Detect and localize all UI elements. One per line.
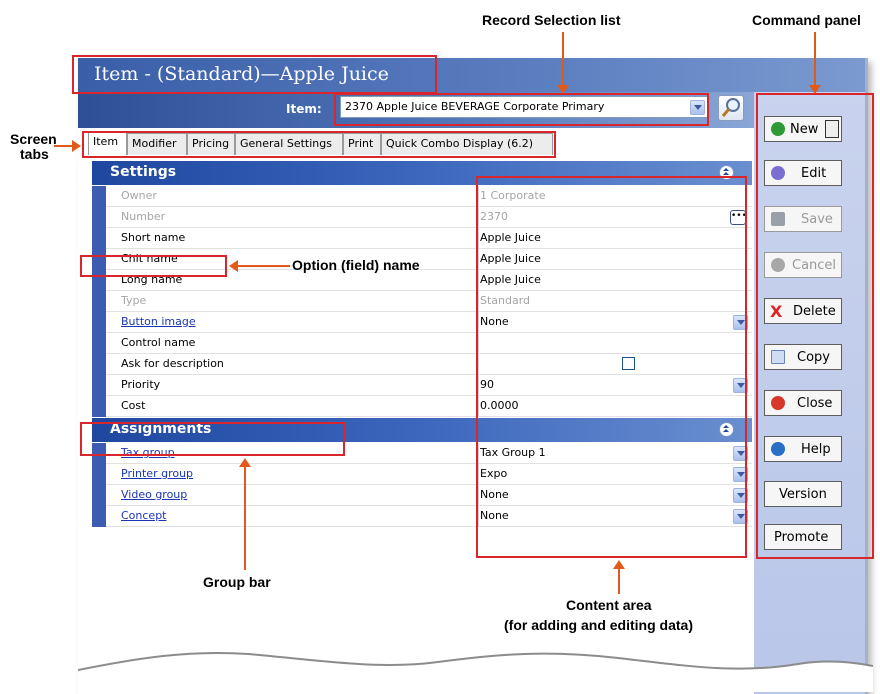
callout-command-panel: Command panel (752, 12, 861, 28)
arrowhead (72, 140, 81, 152)
torn-edge (78, 651, 873, 692)
group-bar-highlight (80, 422, 345, 456)
callout-content-area-2: (for adding and editing data) (504, 617, 693, 633)
callout-screen-tabs-1: Screen (10, 131, 57, 147)
callout-option-field-name: Option (field) name (292, 257, 420, 273)
callout-screen-tabs-2: tabs (20, 146, 49, 162)
field-label: Type (121, 294, 147, 307)
concept-link[interactable]: Concept (121, 509, 167, 522)
field-label: Short name (121, 231, 186, 244)
command-panel-highlight (756, 93, 874, 559)
arrowhead (557, 85, 569, 94)
arrow-option-name (238, 265, 290, 267)
arrow-group-bar (244, 466, 246, 570)
button-image-link[interactable]: Button image (121, 315, 196, 328)
arrow-command-panel (814, 32, 816, 87)
magnifier-icon (721, 98, 740, 117)
arrow-content-area (618, 568, 620, 594)
group-label: Settings (110, 164, 177, 180)
field-label: Owner (121, 189, 157, 202)
arrow-screen-tabs (54, 145, 74, 147)
option-name-highlight (80, 255, 227, 277)
field-label: Cost (121, 399, 146, 412)
screen-tabs-highlight (82, 131, 556, 158)
arrow-record-selection (562, 32, 564, 87)
video-group-link[interactable]: Video group (121, 488, 187, 501)
window-title-highlight (72, 55, 437, 94)
arrowhead (613, 560, 625, 569)
content-area-highlight (476, 176, 747, 558)
field-label: Control name (121, 336, 196, 349)
field-label: Priority (121, 378, 161, 391)
record-selector-label: Item: (286, 102, 322, 116)
search-button[interactable] (718, 95, 744, 121)
record-selection-highlight (334, 93, 709, 126)
arrowhead (229, 260, 238, 272)
field-label: Ask for description (121, 357, 224, 370)
field-label: Number (121, 210, 166, 223)
printer-group-link[interactable]: Printer group (121, 467, 193, 480)
arrowhead (809, 85, 821, 94)
callout-group-bar: Group bar (203, 574, 271, 590)
arrowhead (239, 458, 251, 467)
callout-content-area-1: Content area (566, 597, 652, 613)
callout-record-selection-list: Record Selection list (482, 12, 621, 28)
